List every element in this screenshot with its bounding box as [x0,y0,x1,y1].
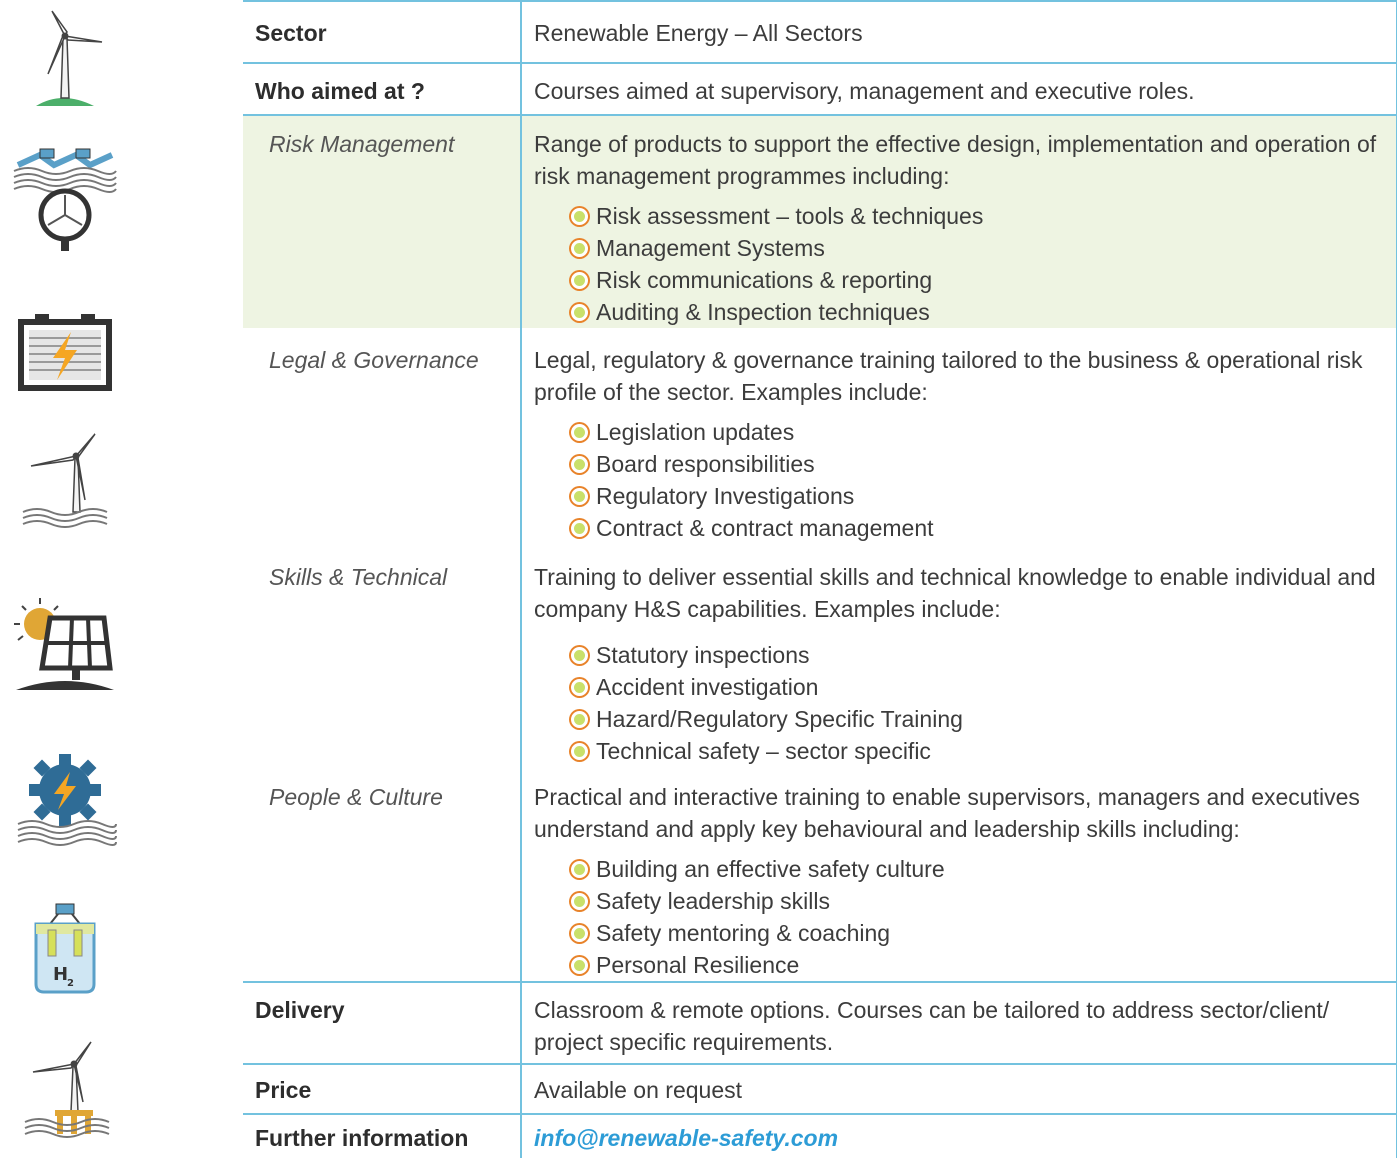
delivery-label-cell: Delivery [243,982,522,1065]
bullet-icon [571,679,588,696]
bullet-icon [571,647,588,664]
list-item: Safety leadership skills [571,885,1396,917]
bullet-icon [571,743,588,760]
list-item: Hazard/Regulatory Specific Training [571,703,1396,735]
skills-technical-intro: Training to deliver essential skills and… [534,564,1376,622]
people-culture-row: People & Culture Practical and interacti… [243,767,1397,983]
legal-governance-row: Legal & Governance Legal, regulatory & g… [243,328,1397,545]
price-label-cell: Price [243,1064,522,1115]
list-item: Board responsibilities [571,448,1396,480]
people-value-cell: Practical and interactive training to en… [520,767,1397,983]
delivery-value: Classroom & remote options. Courses can … [534,997,1330,1055]
sector-value: Renewable Energy – All Sectors [534,20,863,46]
hydrogen-electrolyser-icon: H 2 [0,900,130,996]
delivery-label: Delivery [255,997,345,1023]
bullet-icon [571,893,588,910]
bullet-icon [571,925,588,942]
wind-turbine-icon [0,8,130,108]
battery-storage-icon [0,312,130,392]
list-item: Accident investigation [571,671,1396,703]
bullet-icon [571,272,588,289]
hydro-wheel-icon [0,750,130,846]
further-info-label-cell: Further information [243,1114,522,1158]
further-info-label: Further information [255,1125,469,1151]
tidal-turbine-icon [0,135,130,255]
skills-technical-row: Skills & Technical Training to deliver e… [243,545,1397,767]
list-item: Technical safety – sector specific [571,735,1396,767]
delivery-value-cell: Classroom & remote options. Courses can … [520,982,1397,1065]
list-item: Auditing & Inspection techniques [571,296,1396,328]
list-item: Personal Resilience [571,949,1396,981]
audience-label-cell: Who aimed at ? [243,63,522,116]
sector-row: Sector Renewable Energy – All Sectors [243,0,1397,64]
bullet-icon [571,711,588,728]
people-culture-intro: Practical and interactive training to en… [534,784,1360,842]
further-info-value-cell: info@renewable-safety.com [520,1114,1397,1158]
people-culture-list: Building an effective safety culture Saf… [522,853,1396,981]
bullet-icon [571,208,588,225]
audience-label: Who aimed at ? [255,78,425,104]
risk-management-label: Risk Management [269,131,455,157]
legal-governance-label: Legal & Governance [269,347,479,373]
bullet-icon [571,456,588,473]
risk-management-intro: Range of products to support the effecti… [534,131,1377,189]
list-item: Legislation updates [571,416,1396,448]
audience-value: Courses aimed at supervisory, management… [534,78,1195,104]
bullet-icon [571,304,588,321]
list-item: Risk communications & reporting [571,264,1396,296]
skills-label-cell: Skills & Technical [243,545,522,767]
price-value: Available on request [534,1077,742,1103]
risk-management-list: Risk assessment – tools & techniques Man… [522,200,1396,328]
floating-wind-icon [0,1040,130,1140]
sector-label-cell: Sector [243,0,522,64]
risk-value-cell: Range of products to support the effecti… [520,115,1397,328]
list-item: Risk assessment – tools & techniques [571,200,1396,232]
legal-governance-list: Legislation updates Board responsibiliti… [522,416,1396,544]
bullet-icon [571,520,588,537]
svg-text:H: H [53,964,68,985]
email-link[interactable]: info@renewable-safety.com [534,1125,838,1151]
list-item: Contract & contract management [571,512,1396,544]
price-label: Price [255,1077,312,1103]
solar-panel-icon [0,596,130,692]
legal-label-cell: Legal & Governance [243,328,522,545]
skills-technical-label: Skills & Technical [269,564,448,590]
course-info-table: Sector Renewable Energy – All Sectors Wh… [243,0,1397,1158]
list-item: Management Systems [571,232,1396,264]
price-row: Price Available on request [243,1064,1397,1115]
price-value-cell: Available on request [520,1064,1397,1115]
sector-icons-column: H 2 [0,0,130,1148]
bullet-icon [571,957,588,974]
people-label-cell: People & Culture [243,767,522,983]
svg-text:2: 2 [67,978,74,989]
risk-label-cell: Risk Management [243,115,522,328]
list-item: Building an effective safety culture [571,853,1396,885]
legal-governance-intro: Legal, regulatory & governance training … [534,347,1363,405]
bullet-icon [571,424,588,441]
skills-value-cell: Training to deliver essential skills and… [520,545,1397,767]
further-info-row: Further information info@renewable-safet… [243,1114,1397,1158]
delivery-row: Delivery Classroom & remote options. Cou… [243,982,1397,1065]
sector-label: Sector [255,20,327,46]
legal-value-cell: Legal, regulatory & governance training … [520,328,1397,545]
offshore-wind-icon [0,432,130,528]
bullet-icon [571,488,588,505]
list-item: Statutory inspections [571,639,1396,671]
skills-technical-list: Statutory inspections Accident investiga… [522,639,1396,767]
audience-value-cell: Courses aimed at supervisory, management… [520,63,1397,116]
list-item: Safety mentoring & coaching [571,917,1396,949]
bullet-icon [571,861,588,878]
sector-value-cell: Renewable Energy – All Sectors [520,0,1397,64]
bullet-icon [571,240,588,257]
audience-row: Who aimed at ? Courses aimed at supervis… [243,63,1397,116]
people-culture-label: People & Culture [269,784,443,810]
list-item: Regulatory Investigations [571,480,1396,512]
risk-management-row: Risk Management Range of products to sup… [243,115,1397,328]
